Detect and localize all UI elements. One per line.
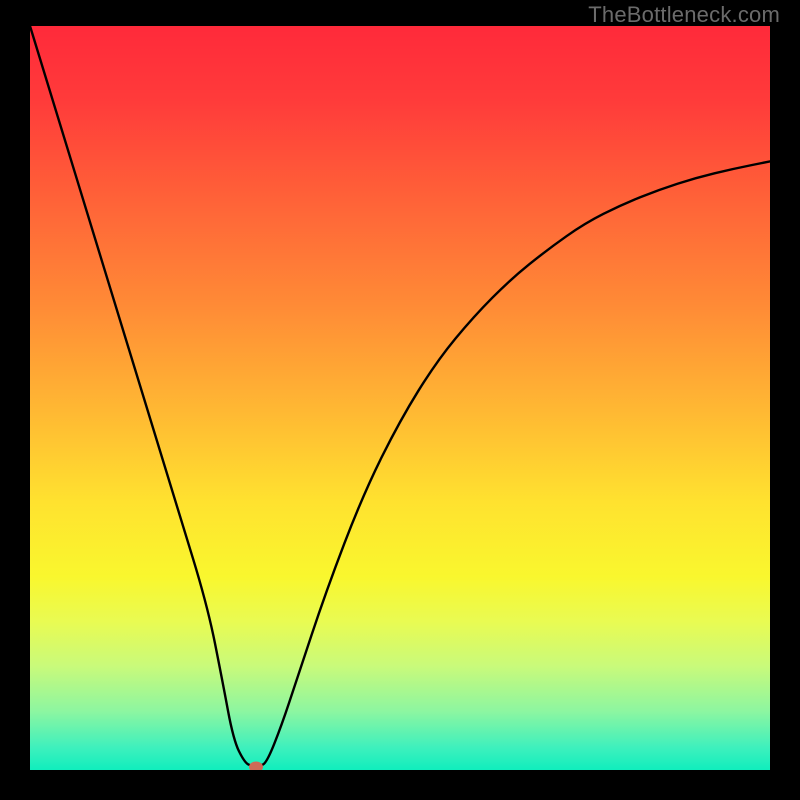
- watermark-text: TheBottleneck.com: [588, 2, 780, 28]
- minimum-marker: [249, 762, 263, 770]
- plot-area: [30, 26, 770, 770]
- plot-outer: [30, 26, 770, 770]
- bottleneck-curve: [30, 26, 770, 770]
- chart-frame: TheBottleneck.com: [0, 0, 800, 800]
